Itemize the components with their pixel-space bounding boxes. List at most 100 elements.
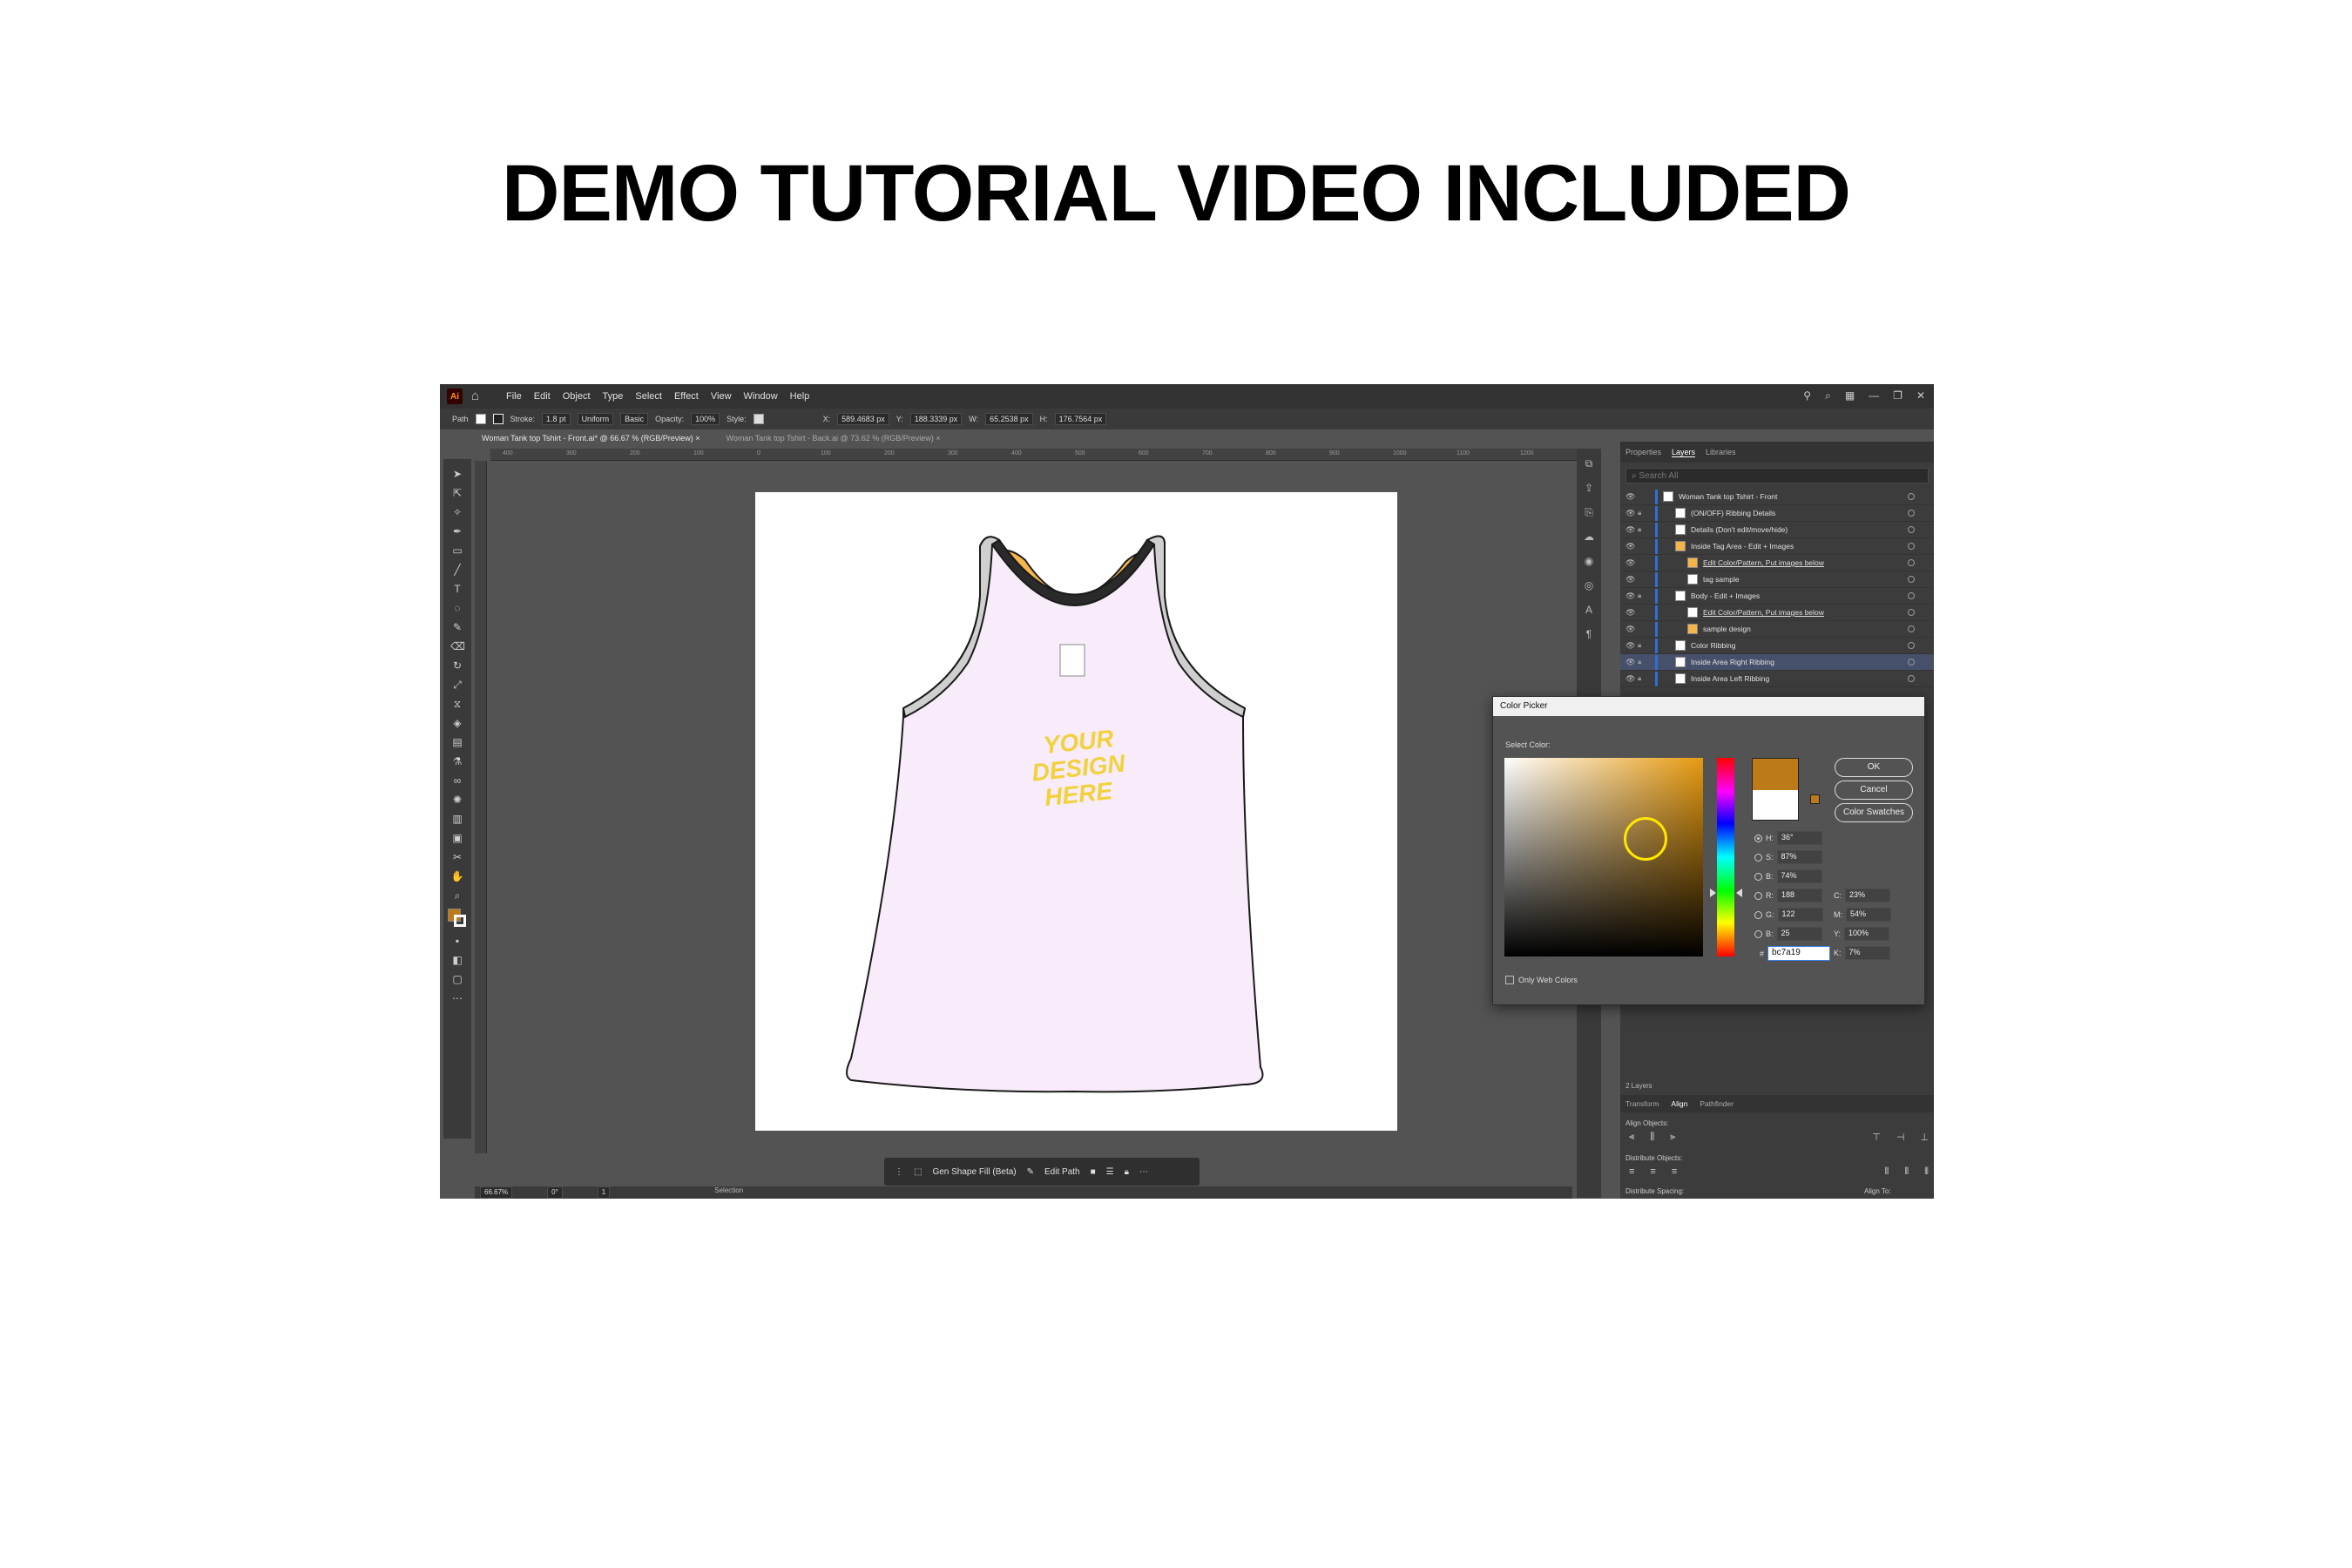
edit-path-button[interactable]: Edit Path	[1044, 1167, 1080, 1177]
hue-slider-right-arrow[interactable]	[1736, 889, 1742, 897]
layer-name[interactable]: (ON/OFF) Ribbing Details	[1691, 509, 1775, 517]
fill-swatch[interactable]	[475, 414, 486, 424]
panel-tab-align[interactable]: Align	[1671, 1099, 1687, 1108]
draw-mode-icon[interactable]: ◧	[450, 954, 464, 966]
saturation-field[interactable]: 87%	[1776, 850, 1822, 864]
target-circle-icon[interactable]	[1908, 576, 1915, 583]
menu-select[interactable]: Select	[635, 391, 662, 402]
menu-help[interactable]: Help	[790, 391, 810, 402]
home-icon[interactable]: ⌂	[471, 389, 485, 403]
saturation-brightness-field[interactable]	[1504, 758, 1703, 956]
style-swatch[interactable]	[753, 414, 764, 424]
visibility-eye-icon[interactable]: 👁︎	[1625, 558, 1638, 568]
only-web-colors-option[interactable]: Only Web Colors	[1505, 976, 1578, 984]
more-options-icon[interactable]: ⋯	[1139, 1167, 1148, 1177]
layer-name[interactable]: Inside Area Right Ribbing	[1691, 658, 1774, 666]
panel-tab-properties[interactable]: Properties	[1625, 448, 1661, 456]
lasso-tool-icon[interactable]: ◌	[450, 602, 464, 614]
layer-name[interactable]: Color Ribbing	[1691, 641, 1736, 650]
lock-toggle-icon[interactable]: 🔒︎	[1638, 591, 1648, 600]
graph-tool-icon[interactable]: ▥	[450, 813, 464, 825]
rotation-field[interactable]: 0°	[547, 1186, 563, 1199]
hue-slider[interactable]	[1717, 758, 1734, 956]
hex-field[interactable]: bc7a19	[1767, 946, 1831, 961]
more-tools-icon[interactable]: ⋯	[450, 992, 464, 1004]
target-circle-icon[interactable]	[1908, 493, 1915, 500]
layer-name[interactable]: Inside Tag Area - Edit + Images	[1691, 542, 1794, 551]
green-radio[interactable]	[1754, 910, 1762, 919]
artboard-field[interactable]: 1	[597, 1186, 611, 1199]
red-field[interactable]: 188	[1777, 889, 1822, 902]
zoom-field[interactable]: 66.67%	[480, 1186, 513, 1199]
zoom-tool-icon[interactable]: ⌕	[450, 889, 464, 902]
visibility-eye-icon[interactable]: 👁︎	[1625, 674, 1638, 684]
distribute-right-icon[interactable]: ⦀	[1924, 1166, 1929, 1178]
layer-name[interactable]: Body - Edit + Images	[1691, 591, 1760, 600]
layer-name[interactable]: Inside Area Left Ribbing	[1691, 674, 1769, 683]
menu-edit[interactable]: Edit	[534, 391, 551, 402]
layer-name[interactable]: sample design	[1703, 625, 1751, 633]
target-circle-icon[interactable]	[1908, 592, 1915, 599]
layer-name[interactable]: Details (Don't edit/move/hide)	[1691, 525, 1788, 534]
fill-stroke-swatches[interactable]	[448, 909, 467, 928]
rotate-tool-icon[interactable]: ↻	[450, 659, 464, 672]
align-center-h-icon[interactable]: ⫼	[1650, 1132, 1654, 1143]
target-circle-icon[interactable]	[1908, 625, 1915, 632]
ok-button[interactable]: OK	[1835, 758, 1913, 777]
lock-toggle-icon[interactable]: 🔒︎	[1638, 674, 1648, 683]
align-bottom-icon[interactable]: ⊥	[1920, 1132, 1929, 1143]
align-middle-icon[interactable]: ⊣	[1896, 1132, 1905, 1143]
artboard-tool-icon[interactable]: ▣	[450, 832, 464, 844]
distribute-left-icon[interactable]: ⦀	[1884, 1166, 1889, 1178]
shape-builder-tool-icon[interactable]: ◈	[450, 717, 464, 729]
color-swatches-button[interactable]: Color Swatches	[1835, 803, 1913, 822]
pen-tool-icon[interactable]: ✒	[450, 525, 464, 537]
target-circle-icon[interactable]	[1908, 559, 1915, 566]
appearance-panel-icon[interactable]: ◎	[1583, 579, 1595, 591]
gradient-tool-icon[interactable]: ▤	[450, 736, 464, 748]
saturation-radio[interactable]	[1754, 853, 1762, 862]
layer-row[interactable]: 👁︎ Inside Tag Area - Edit + Images	[1620, 538, 1934, 555]
layer-name[interactable]: tag sample	[1703, 575, 1740, 584]
x-field[interactable]: 589.4683 px	[837, 413, 889, 425]
visibility-eye-icon[interactable]: 👁︎	[1625, 591, 1638, 601]
layer-name[interactable]: Edit Color/Pattern, Put images below	[1703, 558, 1824, 567]
workspace-icon[interactable]: ▦	[1845, 389, 1855, 402]
screen-mode-icon[interactable]: ▢	[450, 973, 464, 985]
target-circle-icon[interactable]	[1908, 543, 1915, 550]
menu-effect[interactable]: Effect	[674, 391, 699, 402]
scale-tool-icon[interactable]: ⤢	[450, 679, 464, 691]
layer-row[interactable]: 👁︎ 🔒︎ Inside Area Left Ribbing	[1620, 671, 1934, 687]
brightness-field[interactable]: 74%	[1776, 869, 1822, 883]
align-top-icon[interactable]: ⊤	[1872, 1132, 1881, 1143]
color-mode-icon[interactable]: ▪	[450, 935, 464, 947]
artboards-panel-icon[interactable]: ⧉	[1583, 457, 1595, 470]
symbol-sprayer-tool-icon[interactable]: ✺	[450, 794, 464, 806]
target-circle-icon[interactable]	[1908, 609, 1915, 616]
rectangle-tool-icon[interactable]: ▭	[450, 544, 464, 557]
layer-row[interactable]: 👁︎ 🔒︎ Details (Don't edit/move/hide)	[1620, 522, 1934, 538]
paragraph-panel-icon[interactable]: ¶	[1583, 628, 1595, 640]
color-panel-icon[interactable]: ◉	[1583, 555, 1595, 567]
character-panel-icon[interactable]: A	[1583, 604, 1595, 616]
layer-row[interactable]: 👁︎ Edit Color/Pattern, Put images below	[1620, 555, 1934, 571]
menu-type[interactable]: Type	[603, 391, 624, 402]
brightness-radio[interactable]	[1754, 872, 1762, 881]
body-shape[interactable]	[846, 535, 1264, 1093]
visibility-eye-icon[interactable]: 👁︎	[1625, 542, 1638, 551]
visibility-eye-icon[interactable]: 👁︎	[1625, 641, 1638, 651]
hand-tool-icon[interactable]: ✋	[450, 870, 464, 882]
layer-name[interactable]: Edit Color/Pattern, Put images below	[1703, 608, 1824, 617]
panel-tab-transform[interactable]: Transform	[1625, 1099, 1659, 1108]
document-tab[interactable]: Woman Tank top Tshirt - Back.ai @ 73.62 …	[719, 431, 947, 447]
red-radio[interactable]	[1754, 891, 1762, 900]
slice-tool-icon[interactable]: ✂	[450, 851, 464, 863]
visibility-eye-icon[interactable]: 👁︎	[1625, 608, 1638, 618]
hue-field[interactable]: 36°	[1777, 831, 1822, 845]
blend-tool-icon[interactable]: ∞	[450, 774, 464, 787]
layer-row[interactable]: 👁︎ 🔒︎ Inside Area Right Ribbing	[1620, 654, 1934, 671]
layer-search-input[interactable]: ⌕ Search All	[1625, 468, 1929, 483]
distribute-hcenter-icon[interactable]: ⦀	[1904, 1166, 1909, 1178]
share-icon[interactable]: ⚲	[1803, 389, 1811, 402]
gen-shape-fill-button[interactable]: Gen Shape Fill (Beta)	[932, 1167, 1016, 1177]
